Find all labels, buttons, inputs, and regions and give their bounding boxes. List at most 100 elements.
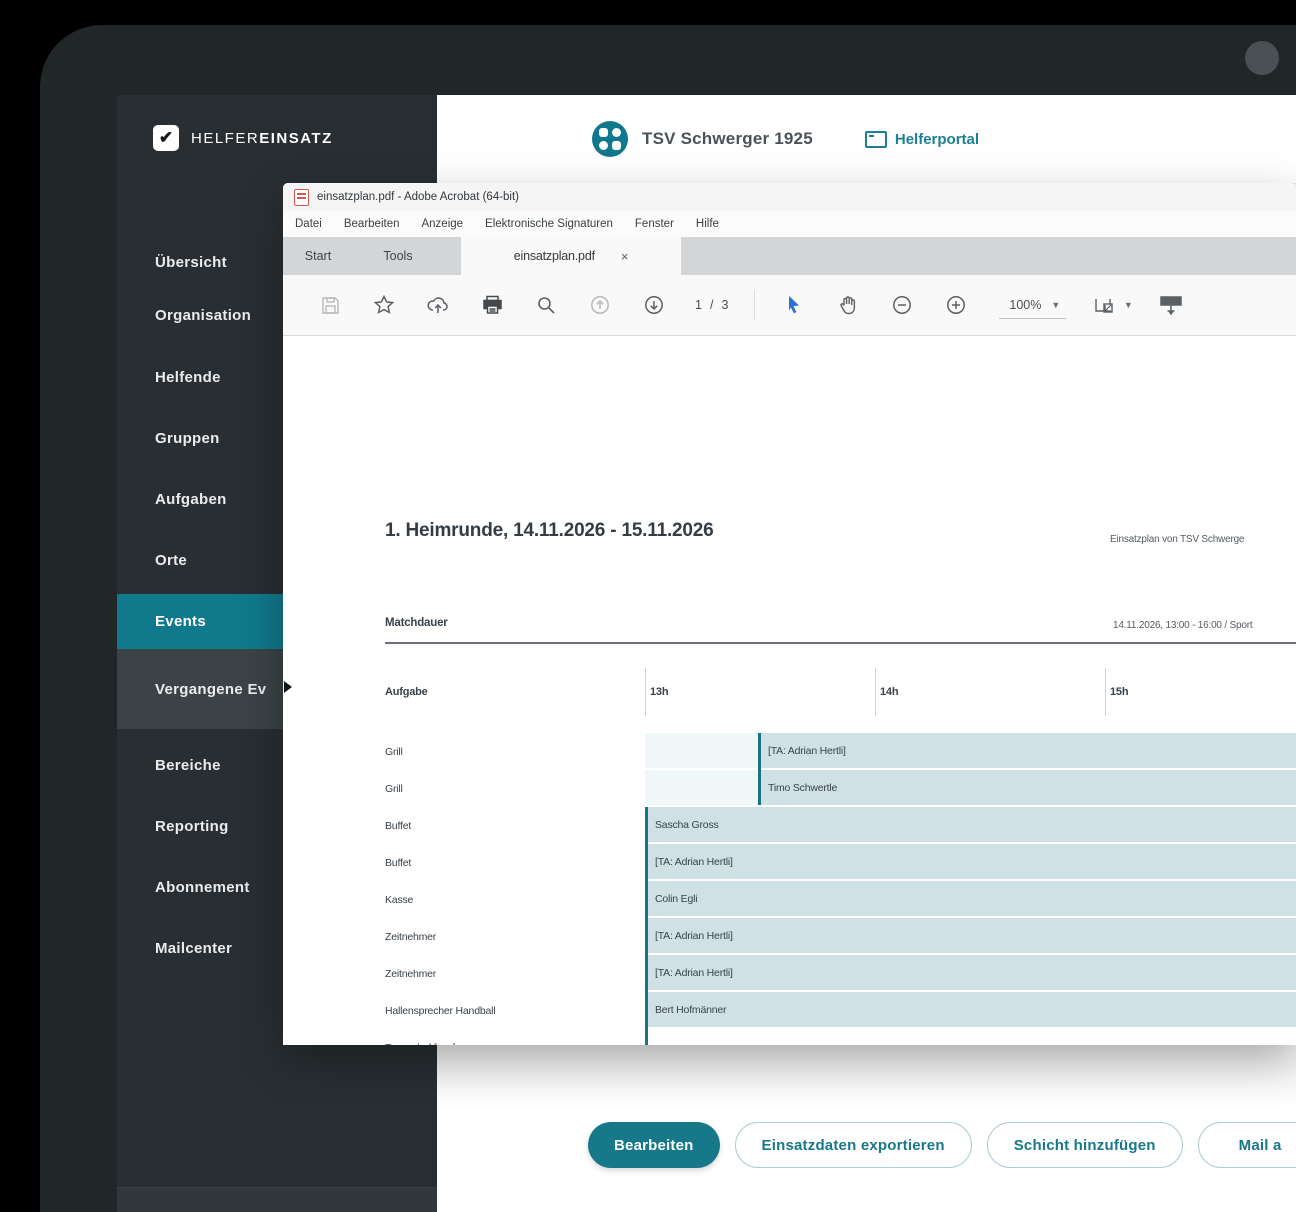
sidebar-item-label: Mailcenter [155,940,232,957]
time-column-13h: 13h [650,686,668,698]
checkmark-logo-icon: ✔ [153,125,179,151]
sidebar-item-label: Bereiche [155,757,221,774]
zoom-level-select[interactable]: 100% ▼ [999,292,1066,319]
helferportal-link[interactable]: Helferportal [865,131,979,148]
sidebar-item-label: Organisation [155,307,251,324]
brand-name: HELFEREINSATZ [191,130,333,147]
sidebar-item-label: Abonnement [155,879,250,896]
schicht-hinzufuegen-button[interactable]: Schicht hinzufügen [987,1122,1183,1168]
shift-bar[interactable]: [TA: Adrian Hertli] [645,844,1296,879]
minus-circle-icon [892,295,912,315]
time-column-15h: 15h [1110,686,1128,698]
toolbar-divider [754,290,755,320]
tab-tools[interactable]: Tools [353,237,443,275]
star-icon [374,295,394,315]
sidebar-item-label: Übersicht [155,254,227,271]
schedule-row: Hallensprecher Handball Bert Hofmänner [385,992,1296,1029]
presentation-icon [1159,295,1183,316]
submenu-expand-arrow[interactable] [284,681,292,693]
pdf-page[interactable]: 1. Heimrunde, 14.11.2026 - 15.11.2026 Ei… [283,336,1296,1045]
task-label: Grill [385,770,643,808]
sidebar-item-label: Aufgaben [155,491,227,508]
pdf-file-icon [294,189,309,206]
shift-bar[interactable]: [TA: Adrian Hertli] [645,918,1296,953]
printer-icon [482,295,503,315]
arrow-down-circle-icon [644,295,664,315]
hand-icon [838,295,858,315]
zoom-in-button[interactable] [929,288,983,322]
select-tool-button[interactable] [767,288,821,322]
app-logo[interactable]: ✔ HELFEREINSATZ [153,125,333,151]
task-label: Zeitnehmer [385,955,643,993]
sidebar-item-label: Vergangene Ev [155,681,266,698]
column-divider [645,668,646,716]
bearbeiten-button[interactable]: Bearbeiten [588,1122,720,1168]
browser-window-icon [865,131,887,148]
assignee-label: [TA: Adrian Hertli] [758,733,1296,768]
tab-close-icon[interactable]: × [621,249,628,264]
acrobat-titlebar[interactable]: einsatzplan.pdf - Adobe Acrobat (64-bit) [283,183,1296,211]
assignee-label: Timo Schwertle [758,770,1296,805]
menu-bearbeiten[interactable]: Bearbeiten [344,218,400,230]
bookmark-button[interactable] [357,288,411,322]
task-label: Tageschef [ver.] [385,1029,643,1045]
menu-anzeige[interactable]: Anzeige [421,218,463,230]
schedule-row: Grill [TA: Adrian Hertli] [385,733,1296,770]
zoom-out-button[interactable] [875,288,929,322]
task-label: Buffet [385,844,643,882]
page-indicator[interactable]: 1 / 3 [695,298,728,312]
menu-fenster[interactable]: Fenster [635,218,674,230]
tab-start[interactable]: Start [283,237,353,275]
event-action-buttons: Bearbeiten Einsatzdaten exportieren Schi… [588,1122,1296,1168]
sidebar-item-label: Orte [155,552,187,569]
cloud-upload-icon [427,295,449,315]
helferportal-label: Helferportal [895,131,979,148]
search-button[interactable] [519,288,573,322]
organisation-name: TSV Schwerger 1925 [642,129,813,149]
menu-hilfe[interactable]: Hilfe [696,218,719,230]
task-label: Grill [385,733,643,771]
sidebar-item-label: Gruppen [155,430,220,447]
page-total: 3 [721,298,728,312]
page-fit-icon [1094,295,1120,315]
shift-bar[interactable]: Bert Hofmänner [645,992,1296,1027]
section-name: Matchdauer [385,617,448,629]
acrobat-tabbar: Start Tools einsatzplan.pdf × [283,237,1296,276]
shift-bar-edge [645,807,648,1045]
mail-button[interactable]: Mail a [1198,1122,1296,1168]
task-label: Kasse [385,881,643,919]
save-button[interactable] [303,288,357,322]
window-title: einsatzplan.pdf - Adobe Acrobat (64-bit) [317,191,519,203]
share-upload-button[interactable] [411,288,465,322]
acrobat-window: einsatzplan.pdf - Adobe Acrobat (64-bit)… [283,183,1296,1045]
floppy-icon [321,296,340,315]
schedule-row: Buffet Sascha Gross [385,807,1296,844]
sidebar-footer [117,1187,437,1212]
plus-circle-icon [946,295,966,315]
acrobat-toolbar: 1 / 3 100% ▼ ▼ [283,275,1296,336]
acrobat-menubar: Datei Bearbeiten Anzeige Elektronische S… [283,211,1296,237]
sidebar-item-label: Events [155,613,206,630]
shift-bar[interactable] [645,1029,1296,1045]
next-page-button[interactable] [627,288,681,322]
chevron-down-icon: ▼ [1051,300,1060,310]
page-view-button[interactable]: ▼ [1082,288,1144,322]
shift-bar[interactable]: Sascha Gross [645,807,1296,842]
menu-elektronische-signaturen[interactable]: Elektronische Signaturen [485,218,613,230]
sidebar-item-label: Helfende [155,369,221,386]
einsatzdaten-exportieren-button[interactable]: Einsatzdaten exportieren [735,1122,972,1168]
shift-bar[interactable]: [TA: Adrian Hertli] [645,733,1296,768]
shift-bar[interactable]: [TA: Adrian Hertli] [645,955,1296,990]
page-current[interactable]: 1 [695,298,702,312]
portal-header: TSV Schwerger 1925 Helferportal [437,95,1296,184]
tab-einsatzplan-pdf[interactable]: einsatzplan.pdf × [461,237,681,275]
shift-bar[interactable]: Colin Egli [645,881,1296,916]
presentation-mode-button[interactable] [1144,288,1198,322]
window-control-dot [1245,41,1279,75]
print-button[interactable] [465,288,519,322]
menu-datei[interactable]: Datei [295,218,322,230]
schedule-row: Zeitnehmer [TA: Adrian Hertli] [385,955,1296,992]
previous-page-button[interactable] [573,288,627,322]
hand-tool-button[interactable] [821,288,875,322]
shift-bar[interactable]: Timo Schwertle [645,770,1296,805]
